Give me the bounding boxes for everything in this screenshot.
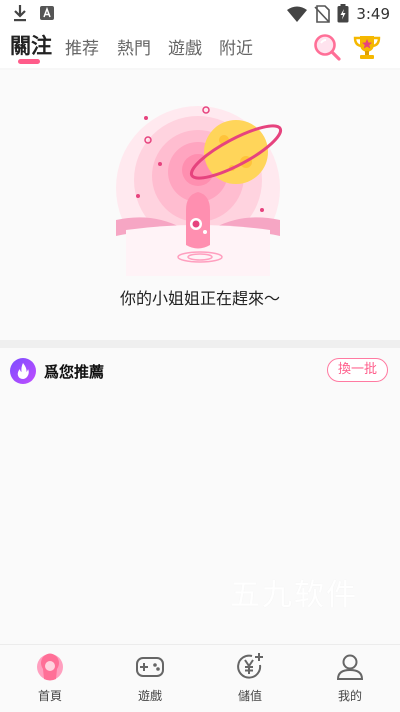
planet-creature-illustration — [116, 106, 283, 276]
a-box-icon — [40, 6, 54, 20]
bottom-tab-games[interactable]: 遊戲 — [100, 651, 200, 704]
trophy-icon[interactable] — [352, 32, 382, 62]
recommend-section: 爲您推薦 換一批 五九软件 — [0, 348, 400, 644]
empty-state-message: 你的小姐姐正在趕來～ — [119, 289, 280, 308]
recommend-header: 爲您推薦 — [10, 358, 104, 384]
home-icon — [37, 653, 63, 681]
top-nav: 關注 推荐 熱門 遊戲 附近 — [0, 28, 400, 68]
active-tab-indicator — [18, 59, 40, 64]
wifi-icon — [287, 6, 308, 22]
no-sim-icon — [314, 4, 331, 23]
bottom-tab-recharge[interactable]: 儲值 — [200, 651, 300, 704]
bottom-tab-recharge-label: 儲值 — [237, 689, 262, 703]
tab-following[interactable]: 關注 — [10, 30, 52, 60]
bottom-tab-home-label: 首頁 — [37, 689, 62, 703]
bottom-tab-home[interactable]: 首頁 — [0, 651, 100, 704]
battery-charging-icon — [337, 4, 349, 23]
tab-games[interactable]: 遊戲 — [168, 34, 202, 59]
yen-plus-icon — [237, 653, 263, 679]
bottom-tab-games-label: 遊戲 — [137, 689, 162, 703]
tab-popular[interactable]: 熱門 — [117, 34, 151, 59]
status-bar: 3:49 — [0, 0, 400, 28]
tab-recommend[interactable]: 推荐 — [65, 34, 99, 59]
search-icon[interactable] — [312, 32, 342, 62]
bottom-tab-profile-label: 我的 — [337, 689, 362, 703]
watermark: 五九软件 — [230, 578, 358, 613]
refresh-batch-button[interactable]: 換一批 — [326, 358, 388, 382]
flame-icon — [10, 358, 36, 384]
section-divider — [0, 340, 400, 348]
clock-time: 3:49 — [356, 4, 390, 23]
tab-nearby[interactable]: 附近 — [219, 34, 253, 59]
gamepad-icon — [136, 657, 164, 677]
user-icon — [336, 654, 364, 680]
bottom-tab-profile[interactable]: 我的 — [300, 651, 400, 704]
download-icon — [14, 5, 26, 22]
bottom-nav: 首頁 遊戲 儲值 我的 — [0, 644, 400, 712]
recommend-title: 爲您推薦 — [44, 362, 105, 381]
empty-state-card: 你的小姐姐正在趕來～ — [0, 70, 400, 340]
